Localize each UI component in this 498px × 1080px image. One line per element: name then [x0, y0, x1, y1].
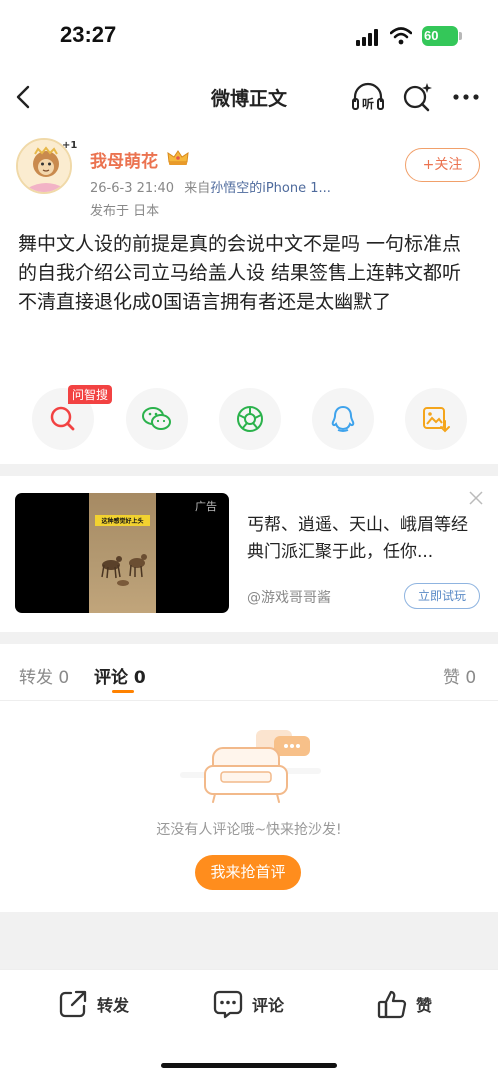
save-image-icon	[423, 407, 450, 433]
share-moments-button[interactable]	[219, 388, 281, 450]
follow-button[interactable]: +关注	[405, 148, 480, 182]
crown-badge-icon[interactable]	[166, 148, 190, 166]
cellular-signal-icon	[356, 28, 380, 46]
like-label: 赞	[416, 996, 433, 1015]
status-bar: 23:27 60	[0, 0, 498, 72]
section-divider	[0, 464, 498, 476]
comment-label: 评论	[252, 996, 285, 1015]
empty-comments-text: 还没有人评论哦~快来抢沙发!	[156, 822, 342, 838]
tab-repost[interactable]: 转发 0	[19, 663, 69, 688]
author-name[interactable]: 我母萌花	[90, 147, 158, 172]
battery-tip	[459, 32, 462, 40]
qq-icon	[331, 405, 355, 432]
try-now-button[interactable]: 立即试玩	[404, 583, 480, 609]
active-tab-indicator	[112, 690, 134, 693]
repost-button[interactable]: 转发	[57, 986, 129, 1022]
wifi-icon	[390, 27, 412, 45]
search-sparkle-icon[interactable]	[400, 80, 434, 114]
search-ask-icon	[50, 406, 75, 431]
avatar-plus-badge: +1	[62, 140, 78, 151]
status-time: 23:27	[60, 22, 117, 47]
close-icon[interactable]	[468, 490, 484, 506]
post-source-prefix: 来自	[184, 181, 211, 196]
bottom-action-bar: 转发 评论 赞	[0, 969, 498, 1080]
post-body-text: 舞中文人设的前提是真的会说中文不是吗 一句标准点的自我介绍公司立马给盖人设 结果…	[18, 233, 462, 313]
section-divider	[0, 632, 498, 644]
tab-comment[interactable]: 评论 0	[94, 663, 146, 688]
more-dots-icon[interactable]	[448, 80, 484, 114]
listen-label: 听	[362, 96, 374, 111]
comment-bubble-icon	[213, 990, 243, 1019]
post-source[interactable]: 孙悟空的iPhone 1...	[210, 181, 331, 196]
ad-scene-image: 这种感觉好上头	[89, 493, 156, 613]
home-indicator	[161, 1063, 337, 1068]
share-wechat-button[interactable]	[126, 388, 188, 450]
headphone-listen-icon[interactable]: 听	[350, 80, 386, 114]
wechat-icon	[142, 407, 171, 430]
top-nav-bar: 微博正文 听	[0, 72, 498, 124]
repost-label: 转发	[97, 996, 130, 1015]
ad-description[interactable]: 丐帮、逍遥、天山、峨眉等经典门派汇聚于此，任你...	[247, 512, 479, 566]
moments-icon	[237, 406, 263, 432]
like-button[interactable]: 赞	[376, 986, 432, 1022]
ad-label: 广告	[195, 500, 217, 513]
share-arrow-icon	[59, 990, 87, 1018]
tab-divider	[0, 700, 498, 701]
share-save-image-button[interactable]	[405, 388, 467, 450]
thumbs-up-icon	[377, 990, 407, 1019]
battery-level: 60	[422, 26, 458, 46]
bottom-filler	[0, 912, 498, 969]
post-meta: 26-6-3 21:40 来自孙悟空的iPhone 1...	[90, 177, 331, 196]
post-date: 26-6-3 21:40	[90, 181, 175, 196]
share-qq-button[interactable]	[312, 388, 374, 450]
tab-like[interactable]: 赞 0	[443, 663, 476, 688]
comment-button[interactable]: 评论	[212, 986, 284, 1022]
first-comment-button[interactable]: 我来抢首评	[195, 855, 301, 890]
ad-source[interactable]: @游戏哥哥酱	[247, 587, 331, 607]
empty-sofa-illustration	[180, 730, 321, 803]
ad-animals-image	[101, 554, 147, 586]
ask-ai-badge: 问智搜	[68, 385, 113, 404]
post-location: 发布于 日本	[90, 204, 160, 219]
